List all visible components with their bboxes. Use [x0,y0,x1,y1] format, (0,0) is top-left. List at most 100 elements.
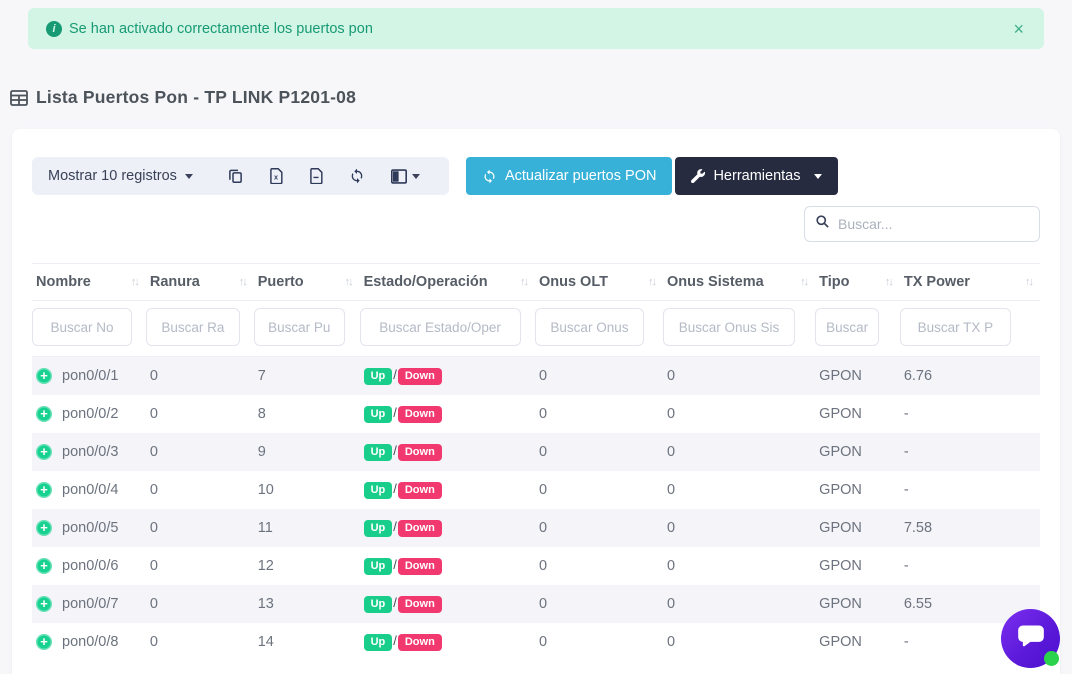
filter-input-puerto[interactable] [254,308,345,346]
badge-separator: / [393,405,397,420]
status-up-badge: Up [364,558,393,575]
name-cell: +pon0/0/4 [36,482,138,498]
cell-tx-power: - [900,433,1040,471]
excel-export-button[interactable]: x [269,164,283,188]
badge-separator: / [393,481,397,496]
badge-separator: / [393,633,397,648]
expand-row-icon[interactable]: + [36,368,52,384]
copy-button[interactable] [228,164,243,188]
filter-input-tipo[interactable] [815,308,879,346]
port-name: pon0/0/7 [62,596,118,612]
tools-dropdown-button[interactable]: Herramientas [675,157,838,195]
cell-onus-sistema: 0 [663,357,815,395]
refresh-table-button[interactable] [349,164,365,188]
badge-separator: / [393,443,397,458]
column-header-puerto[interactable]: ↑↓Puerto [254,264,360,301]
alert-close-button[interactable]: × [1011,20,1026,38]
cell-ranura: 0 [146,547,254,585]
column-header-estado-operaci-n[interactable]: ↑↓Estado/Operación [360,264,535,301]
cell-puerto: 11 [254,509,360,547]
expand-row-icon[interactable]: + [36,444,52,460]
filter-input-estado-operaci-n[interactable] [360,308,521,346]
expand-row-icon[interactable]: + [36,520,52,536]
cell-tx-power: - [900,547,1040,585]
page-title: Lista Puertos Pon - TP LINK P1201-08 [36,87,356,108]
table-filter-row [32,301,1040,357]
cell-nombre: +pon0/0/8 [32,623,146,661]
update-pon-ports-button[interactable]: Actualizar puertos PON [466,157,673,195]
table-row: +pon0/0/107Up/Down00GPON6.76 [32,357,1040,395]
cell-puerto: 8 [254,395,360,433]
column-header-tipo[interactable]: ↑↓ Tipo [815,264,900,301]
tools-label: Herramientas [713,168,800,184]
cell-nombre: +pon0/0/3 [32,433,146,471]
column-header-onus-olt[interactable]: ↑↓Onus OLT [535,264,663,301]
sort-icon[interactable]: ↑↓ [1025,276,1032,288]
file-export-button[interactable] [309,164,323,188]
expand-row-icon[interactable]: + [36,482,52,498]
table-row: +pon0/0/309Up/Down00GPON- [32,433,1040,471]
table-icon [10,90,28,106]
cell-puerto: 12 [254,547,360,585]
expand-row-icon[interactable]: + [36,558,52,574]
filter-input-onus-sistema[interactable] [663,308,795,346]
filter-input-nombre[interactable] [32,308,132,346]
cell-ranura: 0 [146,433,254,471]
cell-puerto: 13 [254,585,360,623]
sort-icon[interactable]: ↑↓ [239,276,246,288]
sort-icon[interactable]: ↑↓ [885,276,892,288]
pon-ports-table: ↑↓Nombre↑↓Ranura↑↓Puerto↑↓Estado/Operaci… [32,263,1040,661]
filter-cell [815,301,900,357]
sort-icon[interactable]: ↑↓ [800,276,807,288]
sort-icon[interactable]: ↑↓ [648,276,655,288]
column-label: Tipo [819,274,849,290]
table-row: +pon0/0/6012Up/Down00GPON- [32,547,1040,585]
caret-down-icon [185,174,193,179]
sort-icon[interactable]: ↑↓ [131,276,138,288]
table-row: +pon0/0/4010Up/Down00GPON- [32,471,1040,509]
toolbar: Mostrar 10 registros x [32,157,1040,195]
table-row: +pon0/0/208Up/Down00GPON- [32,395,1040,433]
info-icon: i [46,21,62,37]
records-per-page-dropdown[interactable]: Mostrar 10 registros [48,168,215,184]
sort-icon[interactable]: ↑↓ [345,276,352,288]
status-up-badge: Up [364,634,393,651]
cell-estado-operacion: Up/Down [360,433,535,471]
filter-cell [360,301,535,357]
svg-text:x: x [274,173,278,182]
column-header-tx-power[interactable]: ↑↓TX Power [900,264,1040,301]
cell-onus-sistema: 0 [663,509,815,547]
cell-estado-operacion: Up/Down [360,509,535,547]
column-visibility-button[interactable] [391,165,420,188]
column-header-nombre[interactable]: ↑↓Nombre [32,264,146,301]
expand-row-icon[interactable]: + [36,406,52,422]
name-cell: +pon0/0/1 [36,368,138,384]
filter-input-ranura[interactable] [146,308,240,346]
cell-onus-olt: 0 [535,585,663,623]
cell-tx-power: - [900,471,1040,509]
status-up-badge: Up [364,596,393,613]
status-up-badge: Up [364,444,393,461]
page: i Se han activado correctamente los puer… [0,8,1072,674]
success-alert: i Se han activado correctamente los puer… [28,8,1044,49]
sort-icon[interactable]: ↑↓ [520,276,527,288]
filter-input-tx-power[interactable] [900,308,1011,346]
chat-bubble-icon [1017,623,1045,654]
search-input[interactable] [838,216,1029,232]
expand-row-icon[interactable]: + [36,596,52,612]
column-header-ranura[interactable]: ↑↓Ranura [146,264,254,301]
filter-input-onus-olt[interactable] [535,308,644,346]
chat-widget-button[interactable] [1001,609,1060,668]
refresh-icon [482,169,497,184]
cell-onus-sistema: 0 [663,547,815,585]
expand-row-icon[interactable]: + [36,634,52,650]
cell-estado-operacion: Up/Down [360,395,535,433]
name-cell: +pon0/0/5 [36,520,138,536]
column-header-onus-sistema[interactable]: ↑↓Onus Sistema [663,264,815,301]
status-down-badge: Down [398,406,442,423]
cell-nombre: +pon0/0/4 [32,471,146,509]
filter-cell [146,301,254,357]
cell-tipo: GPON [815,547,900,585]
filter-cell [663,301,815,357]
badge-separator: / [393,519,397,534]
